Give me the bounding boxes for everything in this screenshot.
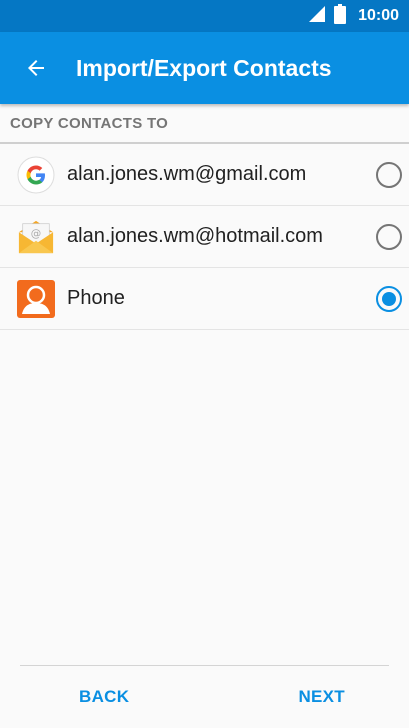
back-arrow-icon[interactable] (0, 32, 72, 104)
svg-text:@: @ (31, 228, 41, 240)
list-item-phone[interactable]: Phone (0, 268, 409, 330)
list-item-hotmail[interactable]: @ alan.jones.wm@hotmail.com (0, 206, 409, 268)
next-button[interactable]: NEXT (288, 687, 355, 707)
status-bar: 10:00 (0, 0, 409, 32)
google-icon (17, 156, 55, 194)
signal-icon (308, 5, 326, 28)
app-bar: Import/Export Contacts (0, 32, 409, 104)
list-item-gmail[interactable]: alan.jones.wm@gmail.com (0, 144, 409, 206)
email-icon: @ (17, 218, 55, 256)
radio-hotmail[interactable] (376, 223, 402, 250)
item-label: alan.jones.wm@gmail.com (67, 163, 307, 185)
radio-selected-dot (382, 291, 396, 306)
item-label: alan.jones.wm@hotmail.com (67, 225, 323, 247)
radio-phone[interactable] (376, 285, 402, 312)
phone-contact-icon (17, 279, 55, 318)
status-time: 10:00 (358, 7, 399, 24)
item-label: Phone (67, 287, 125, 309)
radio-gmail[interactable] (376, 161, 402, 188)
battery-icon (334, 3, 347, 29)
footer-bar: BACK NEXT (20, 665, 389, 728)
section-header: COPY CONTACTS TO (0, 104, 409, 144)
back-button[interactable]: BACK (69, 687, 139, 707)
page-title: Import/Export Contacts (76, 54, 332, 81)
